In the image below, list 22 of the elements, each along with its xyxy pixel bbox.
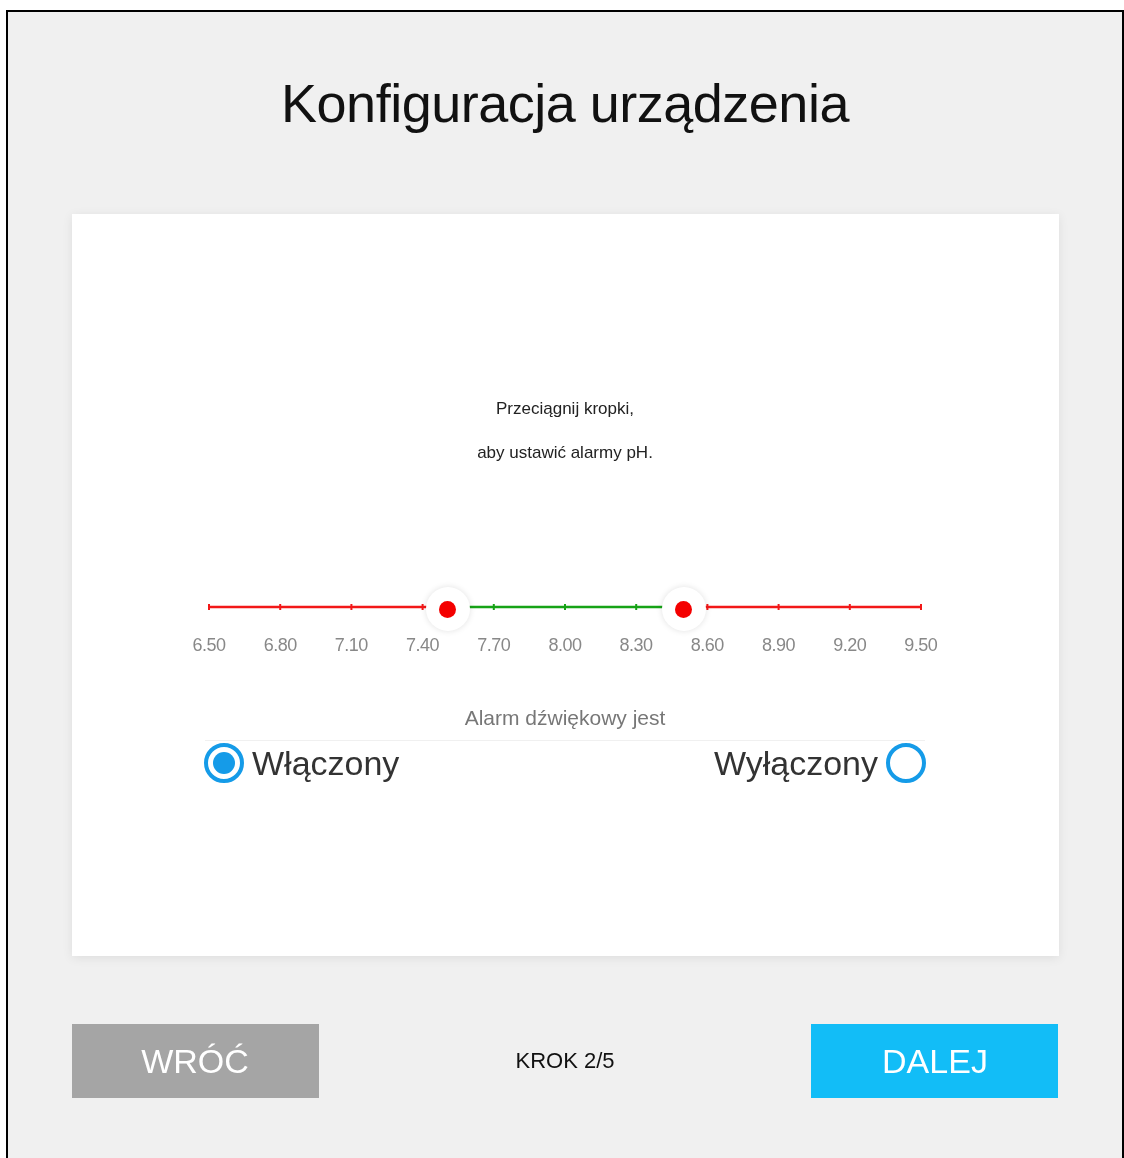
instruction-text: aby ustawić alarmy pH. (477, 443, 653, 463)
tick-label: 9.50 (903, 635, 939, 656)
tick-label: 7.70 (476, 635, 512, 656)
tick-label: 9.20 (832, 635, 868, 656)
radio-label[interactable]: Włączony (252, 743, 400, 783)
slider-handle[interactable] (425, 587, 470, 631)
tick-label: 8.30 (618, 635, 654, 656)
radio-button[interactable] (886, 743, 926, 783)
tick-label: 8.60 (689, 635, 725, 656)
tick-label: 7.40 (405, 635, 441, 656)
alarm-label: Alarm dźwiękowy jest (464, 706, 666, 730)
tick-label: 8.90 (760, 635, 796, 656)
instruction-text: Przeciągnij kropki, (496, 399, 634, 419)
tick-label: 7.10 (333, 635, 369, 656)
tick-label: 6.50 (191, 635, 227, 656)
tick-label: 6.80 (262, 635, 298, 656)
page-title: Konfiguracja urządzenia (281, 72, 849, 134)
slider-handle[interactable] (661, 587, 706, 631)
step-indicator: KROK 2/5 (515, 1048, 615, 1074)
tick-label: 8.00 (547, 635, 583, 656)
radio-label[interactable]: Wyłączony (713, 743, 878, 783)
radio-button[interactable] (204, 743, 244, 783)
